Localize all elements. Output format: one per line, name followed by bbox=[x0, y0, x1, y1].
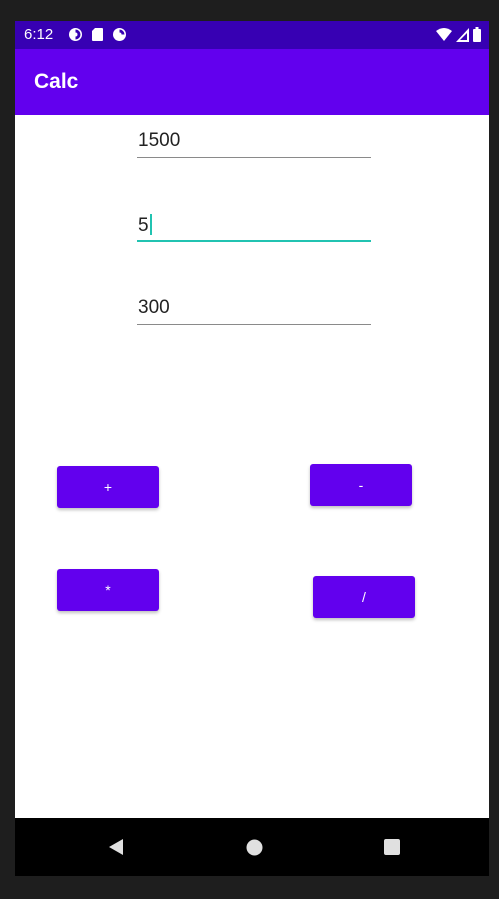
field-underline bbox=[137, 324, 371, 325]
text-cursor bbox=[149, 214, 152, 235]
result-value: 300 bbox=[138, 297, 170, 318]
second-number-text: 5 bbox=[138, 214, 152, 237]
first-number-field[interactable]: 1500 bbox=[137, 122, 371, 158]
subtract-button[interactable]: - bbox=[310, 464, 412, 506]
system-status-icons bbox=[436, 27, 481, 47]
field-underline bbox=[137, 157, 371, 158]
status-time: 6:12 bbox=[24, 26, 54, 43]
home-icon[interactable] bbox=[241, 834, 267, 860]
cell-signal-icon bbox=[456, 27, 469, 47]
divide-button[interactable]: / bbox=[313, 576, 415, 618]
second-number-field[interactable]: 5 bbox=[137, 206, 371, 242]
second-number-value: 5 bbox=[138, 215, 149, 236]
app-bar: Calc bbox=[15, 49, 489, 115]
sync-icon bbox=[112, 27, 127, 47]
battery-icon bbox=[473, 27, 481, 47]
recents-icon[interactable] bbox=[379, 834, 405, 860]
sync-icon bbox=[68, 27, 83, 47]
notification-icons bbox=[68, 27, 127, 47]
navigation-bar bbox=[15, 818, 489, 876]
wifi-icon bbox=[436, 27, 452, 47]
app-title: Calc bbox=[34, 70, 79, 93]
field-underline-focused bbox=[137, 240, 371, 242]
add-button[interactable]: + bbox=[57, 466, 159, 508]
back-icon[interactable] bbox=[103, 834, 129, 860]
multiply-button[interactable]: * bbox=[57, 569, 159, 611]
first-number-value: 1500 bbox=[138, 130, 181, 151]
result-field[interactable]: 300 bbox=[137, 289, 371, 325]
device-frame: 6:12 Calc 1500 5 300 + - * / bbox=[0, 0, 499, 899]
phone-screen: 6:12 Calc 1500 5 300 + - * / bbox=[15, 21, 489, 876]
status-bar: 6:12 bbox=[15, 21, 489, 49]
sd-card-icon bbox=[91, 27, 104, 47]
